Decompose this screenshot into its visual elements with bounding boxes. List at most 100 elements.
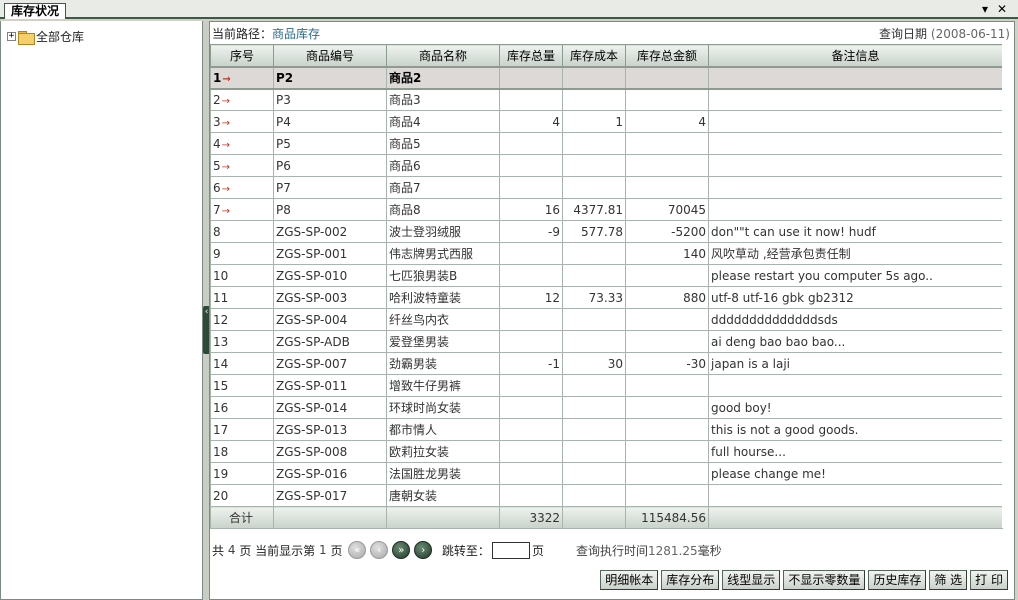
cell-no-text: 19	[213, 466, 229, 481]
cell-note: ddddddddddddddsds	[708, 308, 1003, 331]
col-header-amount[interactable]: 库存总金额	[625, 44, 709, 67]
hide-zero-qty-button[interactable]: 不显示零数量	[783, 570, 866, 590]
cell-code-text: ZGS-SP-014	[276, 400, 348, 415]
cell-name-text: 商品8	[389, 203, 421, 217]
cell-name: 商品4	[386, 110, 500, 133]
table-row[interactable]: 9 ZGS-SP-001 伟志牌男式西服 140 风吹草动 ,经营承包责任制	[210, 242, 1003, 265]
cell-name: 商品7	[386, 176, 500, 199]
history-stock-button[interactable]: 历史库存	[868, 570, 927, 590]
close-icon[interactable]: ✕	[997, 2, 1007, 16]
cell-note-text: ddddddddddddddsds	[711, 312, 838, 327]
cell-code: ZGS-SP-001	[273, 242, 387, 265]
cell-code-text: P6	[276, 158, 291, 173]
table-row[interactable]: 7→ P8 商品8 16 4377.81 70045	[210, 198, 1003, 221]
path-link-inventory[interactable]: 商品库存	[272, 27, 320, 41]
table-row[interactable]: 10 ZGS-SP-010 七匹狼男装B please restart you com…	[210, 264, 1003, 287]
cell-note-text: 风吹草动 ,经营承包责任制	[711, 247, 851, 261]
cell-qty	[499, 308, 563, 331]
dropdown-icon[interactable]: ▾	[982, 2, 988, 16]
cell-note: ai deng bao bao bao...	[708, 330, 1003, 353]
tree-item-all-warehouses[interactable]: + 全部仓库	[7, 28, 84, 45]
cell-name: 哈利波特童装	[386, 286, 500, 309]
table-row[interactable]: 1→ P2 商品2	[210, 65, 1003, 90]
total-qty: 3322	[499, 506, 563, 529]
cell-note	[708, 110, 1003, 133]
table-row[interactable]: 12 ZGS-SP-004 纤丝鸟内衣 ddddddddddddddsds	[210, 308, 1003, 331]
row-pointer-icon: →	[221, 205, 231, 217]
col-header-cost[interactable]: 库存成本	[562, 44, 626, 67]
table-row[interactable]: 13 ZGS-SP-ADB 爱登堡男装 ai deng bao bao bao...	[210, 330, 1003, 353]
cell-note-text: full hourse...	[711, 444, 786, 459]
print-button[interactable]: 打 印	[970, 570, 1008, 590]
first-page-icon[interactable]: «	[348, 541, 367, 559]
prev-page-icon[interactable]: ‹	[370, 541, 389, 559]
table-row[interactable]: 3→ P4 商品4 4 1 4	[210, 110, 1003, 133]
cell-note: don""t can use it now! hudf	[708, 220, 1003, 243]
cell-cost-text: 73.33	[588, 290, 623, 305]
total-amount: 115484.56	[625, 506, 709, 529]
col-header-name[interactable]: 商品名称	[386, 44, 500, 67]
cell-qty-text: -9	[548, 224, 560, 239]
expand-icon[interactable]: +	[7, 32, 16, 41]
cell-cost	[562, 242, 626, 265]
cell-amount: -30	[625, 352, 709, 375]
next-page-icon[interactable]: »	[392, 541, 411, 559]
cell-qty-text: -1	[548, 356, 560, 371]
filter-button[interactable]: 筛 选	[929, 570, 968, 590]
table-row[interactable]: 8 ZGS-SP-002 波士登羽绒服 -9 577.78 -5200 don""t can…	[210, 220, 1003, 243]
cell-name: 波士登羽绒服	[386, 220, 500, 243]
cell-qty	[499, 440, 563, 463]
table-row[interactable]: 2→ P3 商品3	[210, 88, 1003, 111]
cell-amount-text: 4	[698, 114, 706, 129]
table-row[interactable]: 16 ZGS-SP-014 环球时尚女装 good boy!	[210, 396, 1003, 419]
title-bar: 库存状况 ▾ ✕	[0, 0, 1018, 19]
line-view-button[interactable]: 线型显示	[722, 570, 781, 590]
cell-code-text: ZGS-SP-003	[276, 290, 348, 305]
cell-note	[708, 65, 1003, 90]
cell-cost	[562, 440, 626, 463]
table-header-row: 序号 商品编号 商品名称 库存总量 库存成本 库存总金额 备注信息	[210, 44, 1003, 67]
jump-page-input[interactable]	[491, 541, 530, 559]
cell-no: 2→	[210, 88, 274, 111]
cell-code-text: ZGS-SP-011	[276, 378, 348, 393]
col-header-note[interactable]: 备注信息	[708, 44, 1003, 67]
cell-code-text: ZGS-SP-008	[276, 444, 348, 459]
jump-suffix: 页	[531, 543, 544, 558]
table-row[interactable]: 14 ZGS-SP-007 劲霸男装 -1 30 -30 japan is a laji	[210, 352, 1003, 375]
cell-note	[708, 374, 1003, 397]
table-row[interactable]: 17 ZGS-SP-013 都市情人 this is not a good goods…	[210, 418, 1003, 441]
last-page-icon[interactable]: ›	[414, 541, 433, 559]
cell-note: utf-8 utf-16 gbk gb2312	[708, 286, 1003, 309]
pager: 共 4 页 当前显示第 1 页 « ‹ » › 跳转至： 页 查询执行时间128…	[210, 536, 1014, 564]
cell-note	[708, 176, 1003, 199]
pager-total-prefix: 共	[212, 543, 225, 558]
cell-note: please restart you computer 5s ago..	[708, 264, 1003, 287]
cell-cost-text: 30	[607, 356, 623, 371]
cell-amount	[625, 154, 709, 177]
detail-ledger-button[interactable]: 明细帐本	[600, 570, 659, 590]
cell-cost	[562, 374, 626, 397]
cell-amount	[625, 484, 709, 507]
cell-name: 商品8	[386, 198, 500, 221]
path-label: 当前路径：商品库存	[212, 25, 320, 42]
col-header-no[interactable]: 序号	[210, 44, 274, 67]
cell-no: 8	[210, 220, 274, 243]
tab-inventory-status[interactable]: 库存状况	[4, 3, 67, 19]
table-row[interactable]: 5→ P6 商品6	[210, 154, 1003, 177]
table-row[interactable]: 6→ P7 商品7	[210, 176, 1003, 199]
col-header-code[interactable]: 商品编号	[273, 44, 387, 67]
table-row[interactable]: 18 ZGS-SP-008 欧莉拉女装 full hourse...	[210, 440, 1003, 463]
table-row[interactable]: 19 ZGS-SP-016 法国胜龙男装 please change me!	[210, 462, 1003, 485]
cell-qty	[499, 264, 563, 287]
table-row[interactable]: 11 ZGS-SP-003 哈利波特童装 12 73.33 880 utf-8 utf-16…	[210, 286, 1003, 309]
cell-cost	[562, 308, 626, 331]
cell-name: 都市情人	[386, 418, 500, 441]
cell-amount	[625, 264, 709, 287]
cell-cost: 577.78	[562, 220, 626, 243]
col-header-qty[interactable]: 库存总量	[499, 44, 563, 67]
table-row[interactable]: 20 ZGS-SP-017 唐朝女装	[210, 484, 1003, 507]
stock-distribution-button[interactable]: 库存分布	[661, 570, 720, 590]
cell-no: 19	[210, 462, 274, 485]
table-row[interactable]: 4→ P5 商品5	[210, 132, 1003, 155]
table-row[interactable]: 15 ZGS-SP-011 增致牛仔男裤	[210, 374, 1003, 397]
